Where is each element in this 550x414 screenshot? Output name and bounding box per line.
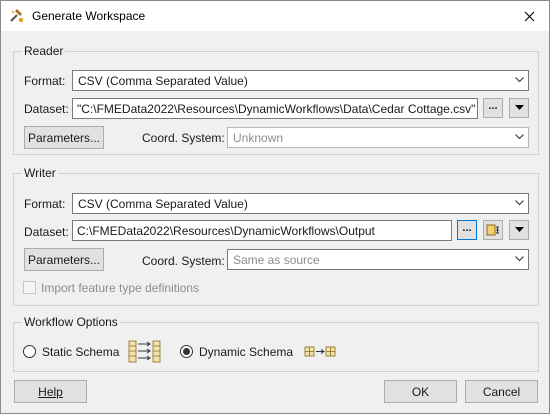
reader-coord-label: Coord. System: xyxy=(142,131,225,145)
ok-button[interactable]: OK xyxy=(384,380,457,403)
fme-workbench-icon xyxy=(10,9,24,23)
reader-dataset-value: "C:\FMEData2022\Resources\DynamicWorkflo… xyxy=(77,101,476,116)
help-button[interactable]: Help xyxy=(14,380,87,403)
writer-coord-select[interactable]: Same as source xyxy=(227,249,529,270)
writer-format-label: Format: xyxy=(24,197,66,211)
writer-dataset-field[interactable]: C:\FMEData2022\Resources\DynamicWorkflow… xyxy=(72,220,452,241)
writer-coord-label: Coord. System: xyxy=(142,254,225,268)
cancel-button[interactable]: Cancel xyxy=(465,380,538,403)
workflow-options-title: Workflow Options xyxy=(22,315,120,329)
writer-navigator-button[interactable] xyxy=(483,220,503,240)
reader-format-value: CSV (Comma Separated Value) xyxy=(78,73,248,88)
dynamic-schema-label[interactable]: Dynamic Schema xyxy=(199,345,293,359)
dialog-title: Generate Workspace xyxy=(32,9,146,23)
reader-coord-select[interactable]: Unknown xyxy=(227,127,529,148)
chevron-down-icon xyxy=(515,256,524,262)
reader-parameters-button[interactable]: Parameters... xyxy=(24,126,104,149)
writer-parameters-button[interactable]: Parameters... xyxy=(24,248,104,271)
reader-format-label: Format: xyxy=(24,74,66,88)
writer-browse-button[interactable]: ... xyxy=(457,220,477,240)
static-schema-icon xyxy=(128,340,161,363)
chevron-down-icon xyxy=(515,134,524,140)
triangle-down-icon xyxy=(514,105,524,110)
triangle-down-icon xyxy=(514,227,524,232)
static-schema-label[interactable]: Static Schema xyxy=(42,345,119,359)
writer-group-title: Writer xyxy=(22,166,58,180)
writer-format-select[interactable]: CSV (Comma Separated Value) xyxy=(72,193,529,214)
writer-dataset-dropdown-button[interactable] xyxy=(509,220,529,240)
reader-dataset-dropdown-button[interactable] xyxy=(509,98,529,118)
title-bar: Generate Workspace xyxy=(1,1,549,31)
folder-tree-icon xyxy=(486,224,499,236)
writer-dataset-value: C:\FMEData2022\Resources\DynamicWorkflow… xyxy=(77,223,375,238)
reader-dataset-label: Dataset: xyxy=(24,102,69,116)
chevron-down-icon xyxy=(515,77,524,83)
reader-browse-button[interactable]: ... xyxy=(483,98,503,118)
close-icon xyxy=(524,11,534,21)
close-button[interactable] xyxy=(509,1,549,31)
static-schema-radio[interactable] xyxy=(23,345,36,358)
reader-format-select[interactable]: CSV (Comma Separated Value) xyxy=(72,70,529,91)
dynamic-schema-radio[interactable] xyxy=(180,345,193,358)
import-feature-types-checkbox[interactable] xyxy=(23,281,36,294)
chevron-down-icon xyxy=(515,200,524,206)
reader-group-title: Reader xyxy=(22,44,66,58)
writer-format-value: CSV (Comma Separated Value) xyxy=(78,196,248,211)
dynamic-schema-icon xyxy=(304,346,336,357)
generate-workspace-dialog: Generate Workspace Reader Format: CSV (C… xyxy=(0,0,550,414)
writer-dataset-label: Dataset: xyxy=(24,225,69,239)
import-feature-types-label: Import feature type definitions xyxy=(41,281,200,295)
writer-coord-value: Same as source xyxy=(233,252,320,267)
reader-coord-value: Unknown xyxy=(233,130,284,145)
reader-dataset-field[interactable]: "C:\FMEData2022\Resources\DynamicWorkflo… xyxy=(72,98,478,119)
